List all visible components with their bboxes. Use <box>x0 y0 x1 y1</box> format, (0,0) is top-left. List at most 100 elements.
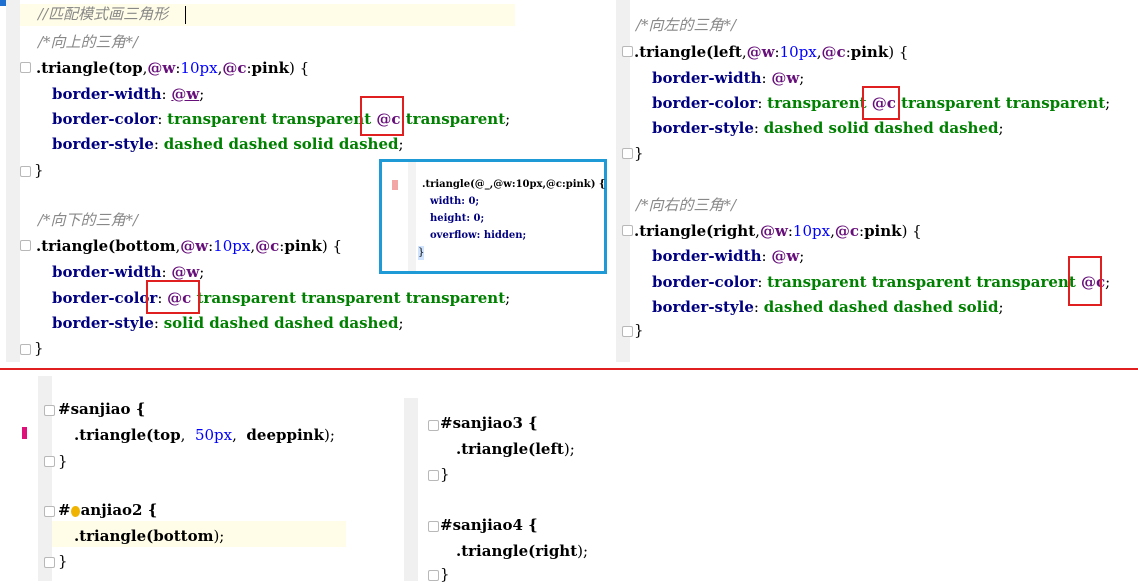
popup-line: width: 0; <box>430 196 480 207</box>
brace: ); <box>577 542 589 560</box>
fold-icon[interactable] <box>622 148 633 159</box>
error-marker <box>392 180 398 190</box>
selector: .triangle( <box>634 43 714 61</box>
arg: left <box>535 440 564 458</box>
popup-line: .triangle(@_,@w:10px,@c:pink) { <box>422 179 606 190</box>
mixin-call-top: .triangle(top, 50px, deeppink); <box>74 423 335 447</box>
fold-icon[interactable] <box>428 521 439 532</box>
arg: right <box>535 542 578 560</box>
highlight-box <box>360 96 404 136</box>
mixin-call-right: .triangle(right); <box>456 539 588 563</box>
fold-icon[interactable] <box>428 570 439 581</box>
selector: .triangle( <box>634 222 714 240</box>
brace: ) { <box>289 59 310 77</box>
property: border-width <box>52 85 162 103</box>
gutter <box>404 398 418 581</box>
highlight-box <box>146 280 200 314</box>
colon: : <box>753 298 764 316</box>
number: 10px <box>792 222 831 240</box>
variable: @c <box>222 59 247 77</box>
mixin-signature-down: .triangle(bottom,@w:10px,@c:pink) { <box>36 237 343 255</box>
semicolon: ; <box>799 69 805 87</box>
selector: .triangle( <box>74 426 154 444</box>
fold-icon[interactable] <box>428 470 439 481</box>
code-panel-bottom-left: #sanjiao { .triangle(top, 50px, deeppink… <box>0 376 350 581</box>
colon: : <box>753 119 764 137</box>
gutter <box>6 0 20 362</box>
semicolon: ; <box>398 314 404 332</box>
arg: left <box>713 43 742 61</box>
up-border-style: border-style: dashed dashed solid dashed… <box>52 132 404 156</box>
semicolon: ; <box>998 119 1004 137</box>
close-brace: } <box>440 565 450 583</box>
colon: : <box>761 247 772 265</box>
selector-sanjiao3: #sanjiao3 { <box>440 414 538 432</box>
brace: ); <box>323 426 335 444</box>
selector: .triangle( <box>36 237 116 255</box>
value: transparent transparent <box>167 110 377 128</box>
arg: pink <box>864 222 902 240</box>
brace: ); <box>213 527 225 545</box>
arg: right <box>713 222 756 240</box>
left-border-style: border-style: dashed solid dashed dashed… <box>652 116 1004 140</box>
popup-line: overflow: hidden; <box>430 230 527 241</box>
left-comment: /*向左的三角*/ <box>636 16 737 34</box>
bulb-icon[interactable] <box>70 505 80 517</box>
colon: : <box>757 273 768 291</box>
selector-name: anjiao2 { <box>80 501 158 519</box>
fold-icon[interactable] <box>20 344 31 355</box>
property: border-style <box>52 135 154 153</box>
fold-icon[interactable] <box>20 62 31 73</box>
fold-icon[interactable] <box>622 326 633 337</box>
fold-icon[interactable] <box>44 557 55 568</box>
fold-icon[interactable] <box>428 420 439 431</box>
popup-line: height: 0; <box>430 213 485 224</box>
close-brace: } <box>34 161 44 179</box>
selector-sanjiao2: # anjiao2 { <box>58 498 157 522</box>
header-comment: //匹配模式画三角形 <box>38 5 169 23</box>
semicolon: ; <box>998 298 1004 316</box>
arg: deeppink <box>246 426 324 444</box>
close-brace: } <box>34 339 44 357</box>
selector-sanjiao: #sanjiao { <box>58 400 146 418</box>
property: border-color <box>652 94 758 112</box>
variable: @w <box>171 263 200 281</box>
fold-icon[interactable] <box>44 405 55 416</box>
brace: ); <box>563 440 575 458</box>
value: dashed dashed dashed solid <box>763 298 999 316</box>
arg: top <box>153 426 181 444</box>
down-border-style: border-style: solid dashed dashed dashed… <box>52 311 404 335</box>
selector: .triangle( <box>36 59 116 77</box>
property: border-style <box>652 119 754 137</box>
fold-icon[interactable] <box>622 225 633 236</box>
selector-sanjiao4: #sanjiao4 { <box>440 516 538 534</box>
value: transparent transparent <box>895 94 1106 112</box>
arg: bottom <box>115 237 176 255</box>
section-divider <box>0 368 1138 370</box>
value: transparent transparent transparent <box>191 289 506 307</box>
arg: pink <box>251 59 290 77</box>
semicolon: ; <box>199 263 205 281</box>
variable: @w <box>171 85 200 103</box>
fold-icon[interactable] <box>20 166 31 177</box>
number: 10px <box>213 237 251 255</box>
close-brace: } <box>58 552 68 570</box>
left-border-width: border-width: @w; <box>652 66 804 90</box>
arg: top <box>115 59 143 77</box>
semicolon: ; <box>199 85 205 103</box>
fold-icon[interactable] <box>20 240 31 251</box>
fold-icon[interactable] <box>44 506 55 517</box>
colon: : <box>157 110 168 128</box>
down-border-color: border-color: @c transparent transparent… <box>52 286 510 310</box>
fold-icon[interactable] <box>622 46 633 57</box>
mixin-signature-left: .triangle(left,@w:10px,@c:pink) { <box>634 43 909 61</box>
fold-icon[interactable] <box>44 456 55 467</box>
variable: @w <box>180 237 209 255</box>
variable: @w <box>759 222 788 240</box>
semicolon: ; <box>799 247 805 265</box>
arg: pink <box>284 237 322 255</box>
code-panel-right: /*向左的三角*/ .triangle(left,@w:10px,@c:pink… <box>612 0 1138 362</box>
semicolon: ; <box>1105 94 1111 112</box>
variable: @w <box>771 69 800 87</box>
right-border-color: border-color: transparent transparent tr… <box>652 270 1110 294</box>
